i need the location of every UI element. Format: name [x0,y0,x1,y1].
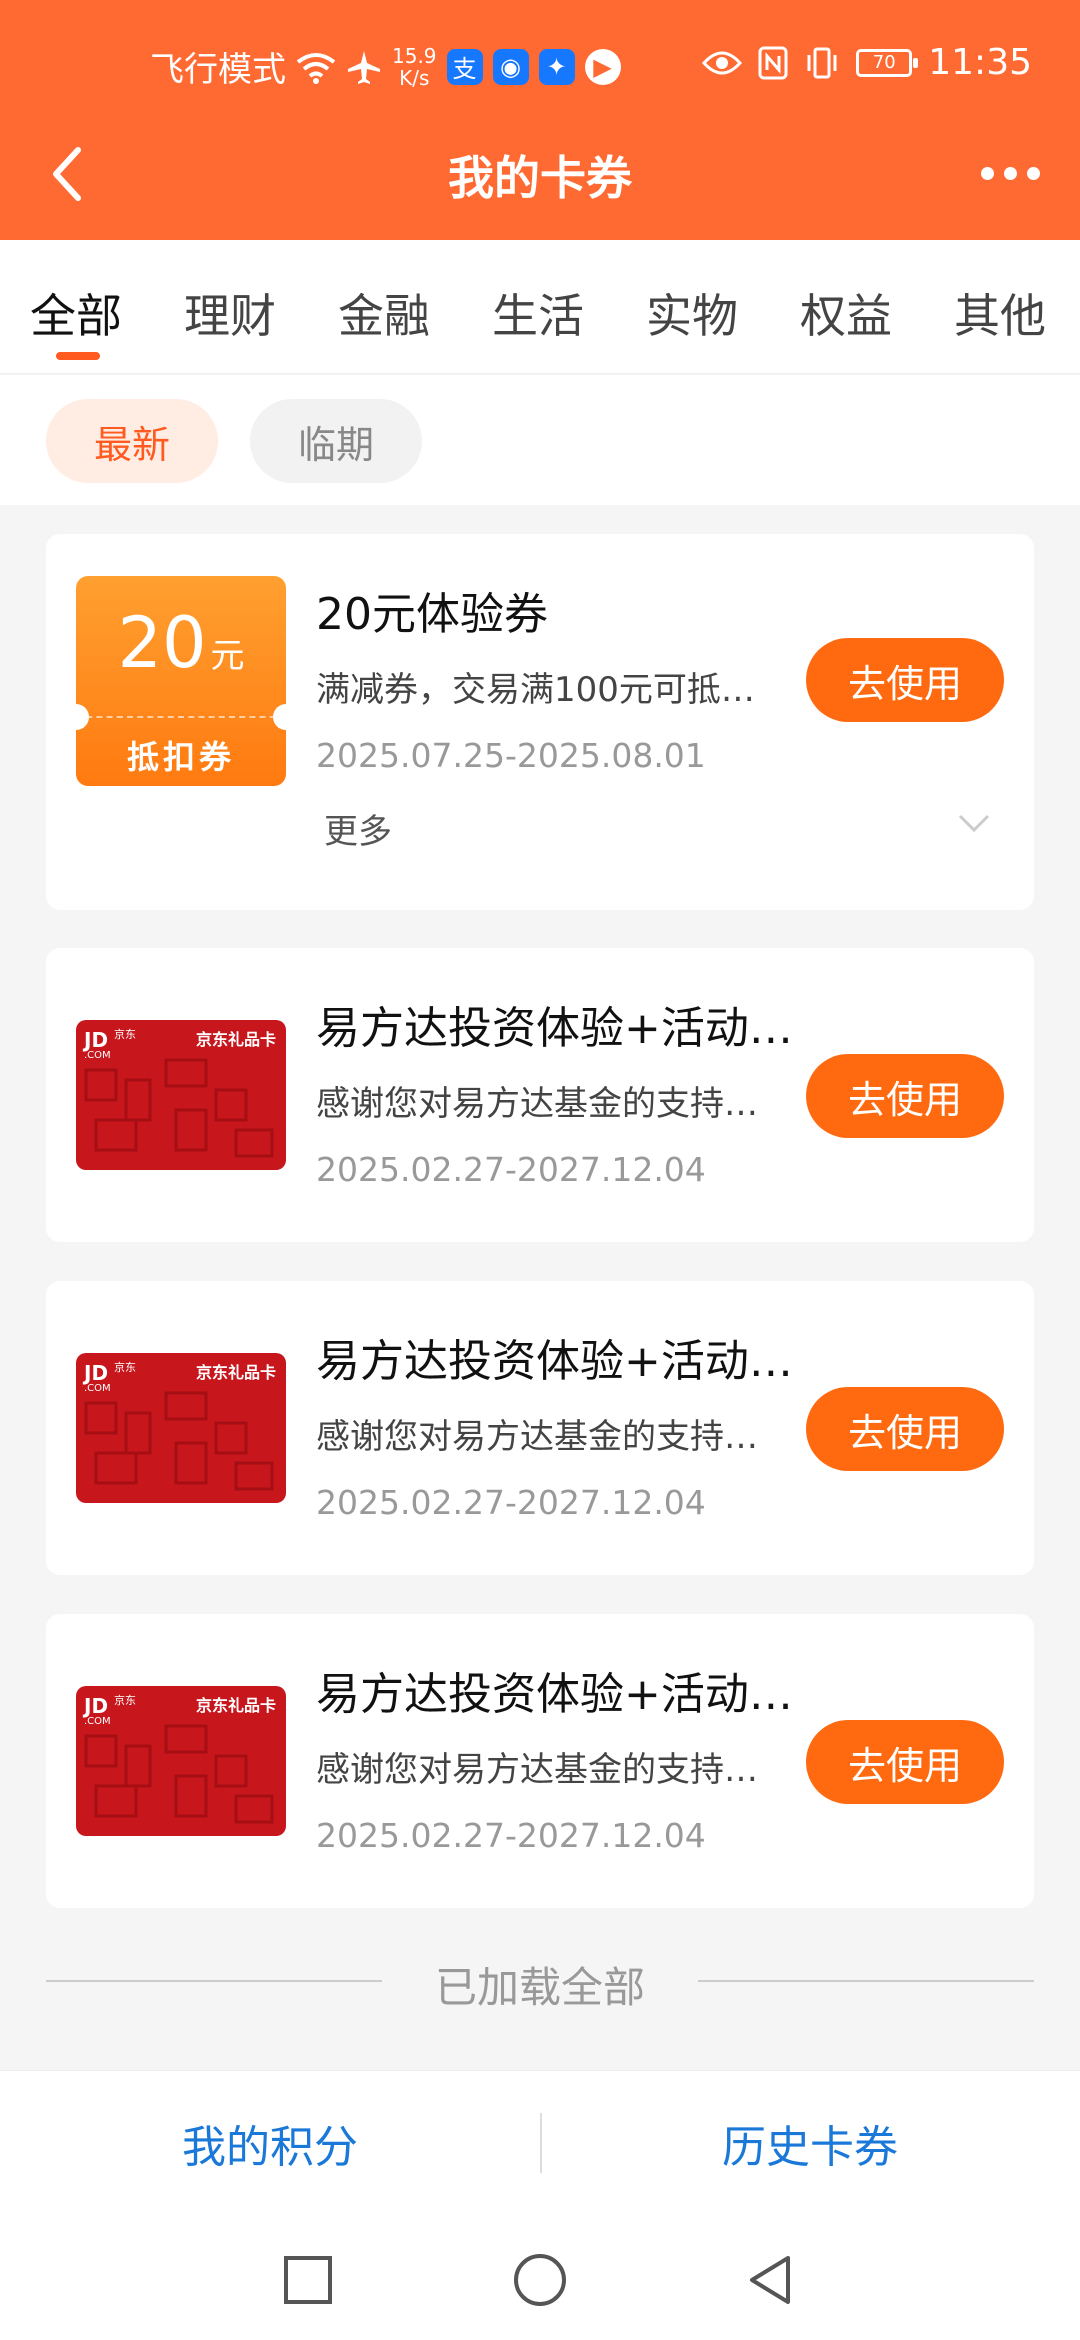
history-coupons-link[interactable]: 历史卡券 [540,2111,1080,2175]
use-button[interactable]: 去使用 [806,1387,1004,1471]
card-description: 感谢您对易方达基金的支持与信任 [316,1750,786,1790]
status-bar: 飞行模式 15.9 K/s 支 ◉ ✦ ▶ 70 11:35 [0,0,1080,120]
tab-finance[interactable]: 金融 [338,280,430,346]
airplane-mode-label: 飞行模式 [150,50,286,90]
filter-bar: 最新 临期 [0,375,1080,505]
eye-icon [702,51,743,74]
use-button[interactable]: 去使用 [806,1720,1004,1804]
recent-apps-icon[interactable] [280,2252,336,2308]
coupon-amount: 20 [117,602,207,684]
system-nav-bar [0,2210,1080,2340]
coupon-card[interactable]: 20 元 抵扣券 20元体验券 满减券，交易满100元可抵扣20元 2025.07… [46,534,1034,910]
card-title: 易方达投资体验+活动京东卡 [316,1336,836,1387]
card-title: 20元体验券 [316,589,548,640]
header: 飞行模式 15.9 K/s 支 ◉ ✦ ▶ 70 11:35 我的卡券 [0,0,1080,240]
filter-expiring[interactable]: 临期 [250,399,422,483]
card-description: 满减券，交易满100元可抵扣20元 [316,670,786,710]
jd-gift-card-thumbnail: JD 京东 .COM 京东礼品卡 [76,1686,286,1836]
more-options-icon[interactable] [970,148,1050,198]
bottom-bar: 我的积分 历史卡券 [0,2070,1080,2210]
filter-latest[interactable]: 最新 [46,399,218,483]
battery-icon: 70 [856,48,919,77]
coupon-unit: 元 [210,636,245,676]
category-tabs: 全部 理财 金融 生活 实物 权益 其他 [0,240,1080,374]
chevron-down-icon[interactable] [954,802,994,842]
nav-bar: 我的卡券 [0,130,1080,220]
more-link[interactable]: 更多 [324,804,392,853]
my-points-link[interactable]: 我的积分 [0,2111,540,2175]
card-validity-date: 2025.02.27-2027.12.04 [316,1816,706,1855]
card-validity-date: 2025.02.27-2027.12.04 [316,1150,706,1189]
active-tab-indicator [56,352,100,360]
jd-gift-card-thumbnail: JD 京东 .COM 京东礼品卡 [76,1353,286,1503]
gift-card-item[interactable]: JD 京东 .COM 京东礼品卡 易方达投资体验+活动京东卡 感谢您对易方达基金… [46,1614,1034,1908]
card-validity-date: 2025.02.27-2027.12.04 [316,1483,706,1522]
bulb-app-icon: ✦ [538,48,575,85]
vibrate-icon [807,47,837,78]
jd-gift-card-thumbnail: JD 京东 .COM 京东礼品卡 [76,1020,286,1170]
card-title: 易方达投资体验+活动京东卡 [316,1669,836,1720]
coupon-type: 抵扣券 [126,738,235,776]
tab-other[interactable]: 其他 [954,280,1046,346]
use-button[interactable]: 去使用 [806,638,1004,722]
tab-life[interactable]: 生活 [492,280,584,346]
home-icon[interactable] [512,2252,568,2308]
gift-card-item[interactable]: JD 京东 .COM 京东礼品卡 易方达投资体验+活动京东卡 感谢您对易方达基金… [46,1281,1034,1575]
penguin-app-icon: ◉ [492,48,529,85]
card-validity-date: 2025.07.25-2025.08.01 [316,736,706,775]
tab-benefits[interactable]: 权益 [800,280,892,346]
gift-card-item[interactable]: JD 京东 .COM 京东礼品卡 易方达投资体验+活动京东卡 感谢您对易方达基金… [46,948,1034,1242]
coupon-thumbnail: 20 元 抵扣券 [76,576,286,786]
tab-physical[interactable]: 实物 [646,280,738,346]
page-title: 我的卡券 [448,151,632,205]
end-of-list-text: 已加载全部 [434,1963,645,2012]
tab-wealth[interactable]: 理财 [184,280,276,346]
tab-all[interactable]: 全部 [30,280,122,346]
network-speed: 15.9 K/s [392,43,437,90]
card-description: 感谢您对易方达基金的支持与信任 [316,1417,786,1457]
wifi-icon [296,52,336,84]
end-of-list: 已加载全部 [46,1950,1034,2012]
nfc-icon [758,46,788,79]
use-button[interactable]: 去使用 [806,1054,1004,1138]
clock: 11:35 [928,42,1032,83]
alipay-icon: 支 [446,48,483,85]
play-app-icon: ▶ [584,48,621,85]
card-description: 感谢您对易方达基金的支持与信任 [316,1084,786,1124]
back-icon[interactable] [742,2252,798,2308]
card-title: 易方达投资体验+活动京东卡 [316,1003,836,1054]
airplane-icon [348,50,380,84]
